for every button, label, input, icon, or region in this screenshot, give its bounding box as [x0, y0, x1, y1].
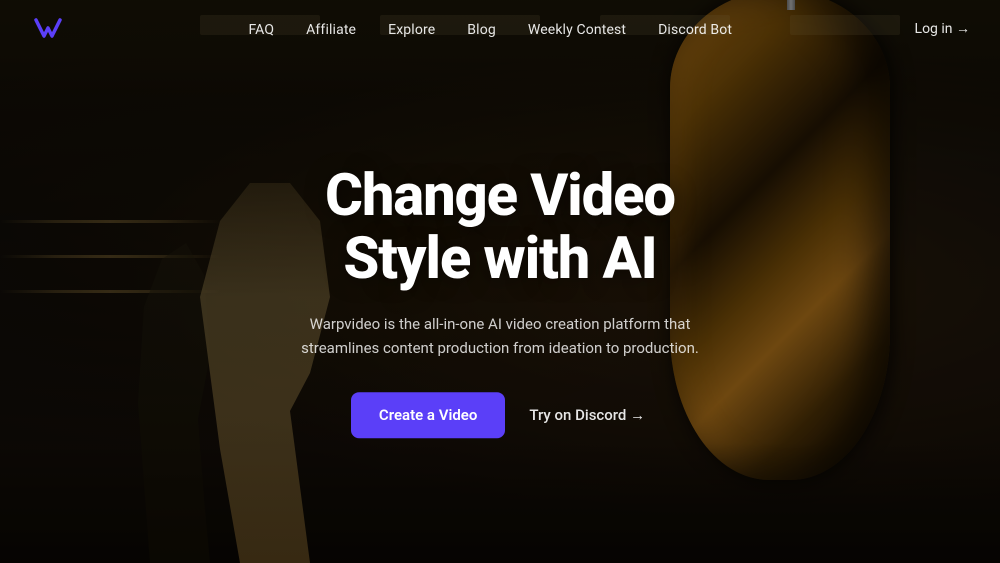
hero-title: Change Video Style with AI [290, 165, 710, 293]
nav-link-discord-bot[interactable]: Discord Bot [658, 22, 732, 38]
logo[interactable] [30, 10, 66, 46]
navbar: FAQ Affiliate Explore Blog Weekly Contes… [0, 0, 1000, 56]
nav-link-weekly-contest[interactable]: Weekly Contest [528, 22, 626, 38]
hero-title-line1: Change Video [325, 162, 675, 230]
nav-item-faq[interactable]: FAQ [248, 19, 274, 38]
nav-item-affiliate[interactable]: Affiliate [306, 19, 356, 38]
nav-link-affiliate[interactable]: Affiliate [306, 22, 356, 38]
hero-content: Change Video Style with AI Warpvideo is … [290, 165, 710, 439]
hero-buttons: Create a Video Try on Discord → [290, 392, 710, 438]
hero-section: FAQ Affiliate Explore Blog Weekly Contes… [0, 0, 1000, 563]
nav-link-faq[interactable]: FAQ [248, 22, 274, 38]
nav-link-explore[interactable]: Explore [388, 22, 435, 38]
logo-icon [30, 10, 66, 46]
nav-links: FAQ Affiliate Explore Blog Weekly Contes… [248, 19, 732, 38]
hero-subtitle: Warpvideo is the all-in-one AI video cre… [290, 312, 710, 360]
nav-item-explore[interactable]: Explore [388, 19, 435, 38]
hero-title-line2: Style with AI [343, 226, 656, 294]
nav-link-blog[interactable]: Blog [467, 22, 496, 38]
login-button[interactable]: Log in → [915, 20, 970, 37]
try-discord-button[interactable]: Try on Discord → [525, 392, 649, 438]
nav-item-weekly-contest[interactable]: Weekly Contest [528, 19, 626, 38]
nav-item-discord-bot[interactable]: Discord Bot [658, 19, 732, 38]
create-video-button[interactable]: Create a Video [351, 392, 505, 438]
nav-item-blog[interactable]: Blog [467, 19, 496, 38]
